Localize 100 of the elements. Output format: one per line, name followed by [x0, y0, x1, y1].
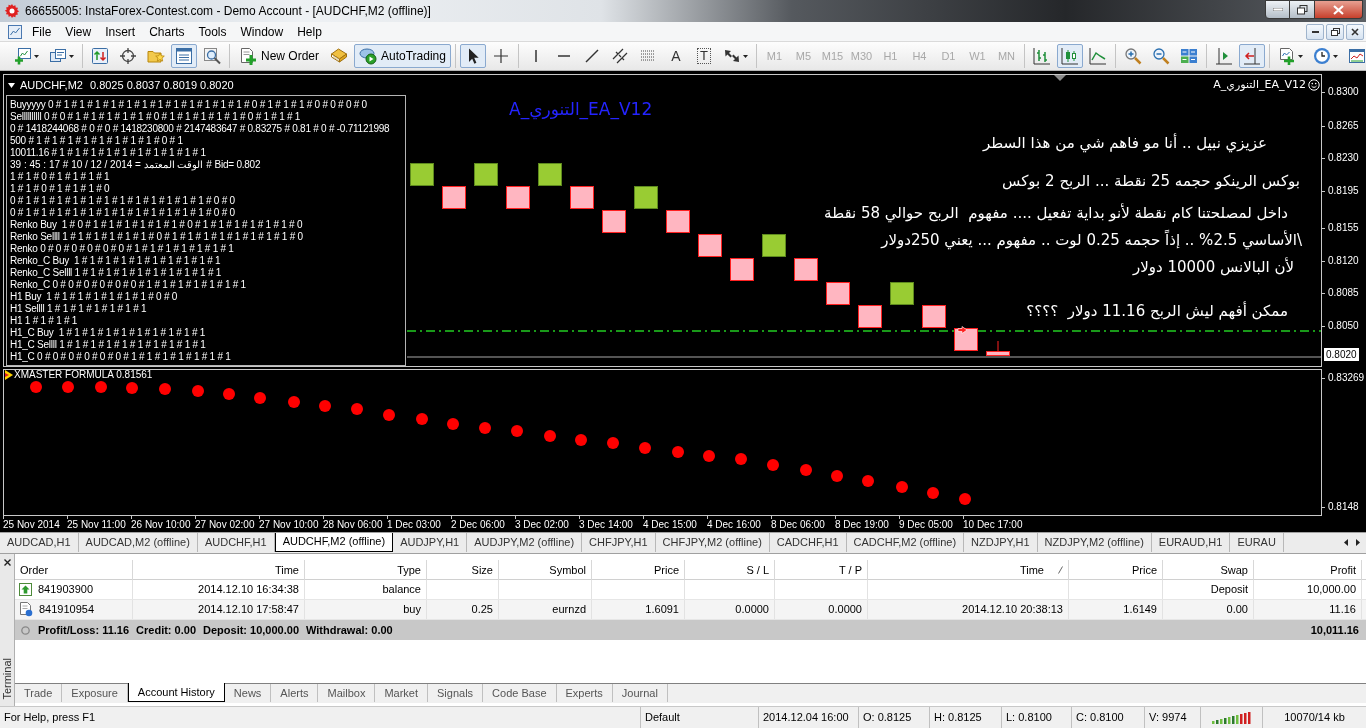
- menu-item[interactable]: Tools: [191, 22, 234, 41]
- indicator-dot: [126, 382, 138, 394]
- renko-box: [954, 328, 978, 351]
- vertical-line-icon: [533, 49, 538, 63]
- terminal-tab[interactable]: Account History: [127, 683, 225, 702]
- indicator-dot: [511, 425, 523, 437]
- close-button[interactable]: [1346, 23, 1364, 40]
- restore-button[interactable]: [1326, 23, 1344, 40]
- clock-icon: [1312, 47, 1331, 65]
- renko-box: [794, 258, 818, 281]
- axis-label: 0.8300: [1328, 85, 1359, 99]
- info-text: Renko_C Buy 1 # 1 # 1 # 1 # 1 # 1 # 1 # 1 # 1 # 1: [10, 255, 221, 267]
- chart-tab[interactable]: EURAUD,H1: [1151, 533, 1231, 552]
- terminal-tab[interactable]: Journal: [612, 684, 668, 702]
- renko-box: [890, 282, 914, 305]
- chart-tab[interactable]: NZDJPY,M2 (offline): [1037, 533, 1152, 552]
- chart-tab[interactable]: AUDCHF,M2 (offline): [274, 533, 394, 552]
- info-text: 10011.16 # 1 # 1 # 1 # 1 # 1 # 1 # 1 # 1 # 1 # 1: [10, 147, 206, 159]
- menu-item[interactable]: Charts: [142, 22, 192, 41]
- indicator-dot: [544, 430, 556, 442]
- status-text: 10070/14 kb: [1284, 710, 1345, 726]
- menu-item[interactable]: Help: [290, 22, 329, 41]
- axis-label: 0.8050: [1328, 319, 1359, 333]
- bar-chart-icon: [1032, 47, 1051, 65]
- book-icon: [330, 47, 348, 65]
- target-icon: [119, 47, 137, 65]
- maximize-button[interactable]: [1290, 0, 1315, 19]
- renko-box: [538, 163, 562, 186]
- table-cell: 11.16: [1254, 600, 1362, 619]
- indicator-dot: [575, 434, 587, 446]
- triangle-left-icon: [1344, 539, 1348, 546]
- table-cell: 1.6149: [1069, 600, 1163, 619]
- terminal-tab[interactable]: Code Base: [483, 684, 557, 702]
- menu-item[interactable]: View: [58, 22, 99, 41]
- renko-box: [506, 186, 530, 209]
- indicator-dot: [192, 385, 204, 397]
- axis-label: 0.8148: [1328, 500, 1359, 514]
- text-tool-button[interactable]: A: [662, 44, 689, 68]
- sort-icon: [1058, 566, 1063, 574]
- table-cell: buy: [305, 600, 427, 619]
- toolbar-button[interactable]: [459, 44, 486, 68]
- table-cell: 0.0000: [685, 600, 775, 619]
- table-cell: 10,000.00: [1254, 580, 1362, 599]
- chart-tab[interactable]: AUDJPY,H1: [393, 533, 468, 552]
- renko-box: [762, 234, 786, 257]
- indicator-dot: [30, 381, 42, 393]
- indicator-dot: [607, 437, 619, 449]
- terminal-tab[interactable]: Experts: [556, 684, 613, 702]
- minimize-button[interactable]: [1265, 0, 1290, 19]
- chart-tab[interactable]: CADCHF,M2 (offline): [846, 533, 965, 552]
- zoom-in-icon: [1123, 47, 1142, 65]
- info-text: Renko 0 # 0 # 0 # 0 # 0 # 0 # 1 # 1 # 1 # 1 # 1 # 1 # 1: [10, 243, 234, 255]
- axis-label: 26 Nov 10:00: [131, 519, 191, 531]
- terminal-tab[interactable]: Signals: [428, 684, 484, 702]
- autotrading-button[interactable]: AutoTrading: [354, 44, 451, 68]
- table-row[interactable]: 841903900 2014.12.10 16:34:38 balance Deposit 10,000.00: [15, 580, 1366, 600]
- table-cell: 1.6091: [592, 600, 685, 619]
- terminal-tab[interactable]: Trade: [15, 684, 63, 702]
- terminal-tab[interactable]: Market: [375, 684, 428, 702]
- chart-plus-icon: [14, 47, 32, 65]
- chart-shift-icon: [1214, 47, 1233, 65]
- terminal-tab[interactable]: Exposure: [62, 684, 128, 702]
- status-text: For Help, press F1: [4, 710, 96, 726]
- chart-tab[interactable]: EURAU: [1230, 533, 1284, 552]
- chart-tab[interactable]: CHFJPY,M2 (offline): [655, 533, 770, 552]
- indicator-dot: [639, 442, 651, 454]
- summary-text: Credit: 0.00: [136, 622, 196, 638]
- info-text: H1_C Buy 1 # 1 # 1 # 1 # 1 # 1 # 1 # 1 # 1 # 1: [10, 327, 206, 339]
- menu-item[interactable]: Insert: [98, 22, 143, 41]
- axis-label: 0.8230: [1328, 151, 1359, 165]
- terminal-tab[interactable]: Alerts: [271, 684, 319, 702]
- info-text: Renko_C 0 # 0 # 0 # 0 # 0 # 0 # 1 # 1 # 1 # 1 # 1 # 1 # 1: [10, 279, 246, 291]
- axis-label: 25 Nov 11:00: [67, 519, 126, 531]
- menu-item[interactable]: File: [25, 22, 59, 41]
- arrows-icon: [722, 47, 741, 65]
- close-button[interactable]: [1, 557, 13, 568]
- table-row[interactable]: 841910954 2014.12.10 17:58:47 buy 0.25 eurnzd 1.6091 0.0000 0.0000 2014.12.10 20:38:13 1.6149 0.00 11.16: [15, 600, 1366, 620]
- new-order-button[interactable]: New Order: [234, 44, 324, 68]
- chart-tab[interactable]: NZDJPY,H1: [964, 533, 1038, 552]
- play-badge-icon: [359, 47, 377, 65]
- chart-tab[interactable]: AUDJPY,M2 (offline): [467, 533, 583, 552]
- chart-tab[interactable]: AUDCAD,H1: [0, 533, 79, 552]
- text-label-tool-button[interactable]: T: [690, 44, 717, 68]
- indicator-dot: [862, 475, 874, 487]
- indicator-dot: [319, 400, 331, 412]
- axis-label: 0.8120: [1328, 254, 1359, 268]
- document-plus-icon: [239, 47, 257, 65]
- menu-item[interactable]: Window: [233, 22, 291, 41]
- minimize-button[interactable]: [1306, 23, 1324, 40]
- status-text: C: 0.8100: [1076, 710, 1124, 726]
- chart-tab[interactable]: CHFJPY,H1: [582, 533, 656, 552]
- up-arrow-icon: [19, 583, 32, 596]
- indicator-dot: [927, 487, 939, 499]
- chart-tab[interactable]: CADCHF,H1: [769, 533, 847, 552]
- close-button[interactable]: [1315, 0, 1363, 19]
- terminal-tab[interactable]: News: [224, 684, 272, 702]
- chart-tab[interactable]: AUDCAD,M2 (offline): [78, 533, 198, 552]
- indicator-dot: [672, 446, 684, 458]
- chart-tab[interactable]: AUDCHF,H1: [197, 533, 275, 552]
- terminal-tab[interactable]: Mailbox: [318, 684, 376, 702]
